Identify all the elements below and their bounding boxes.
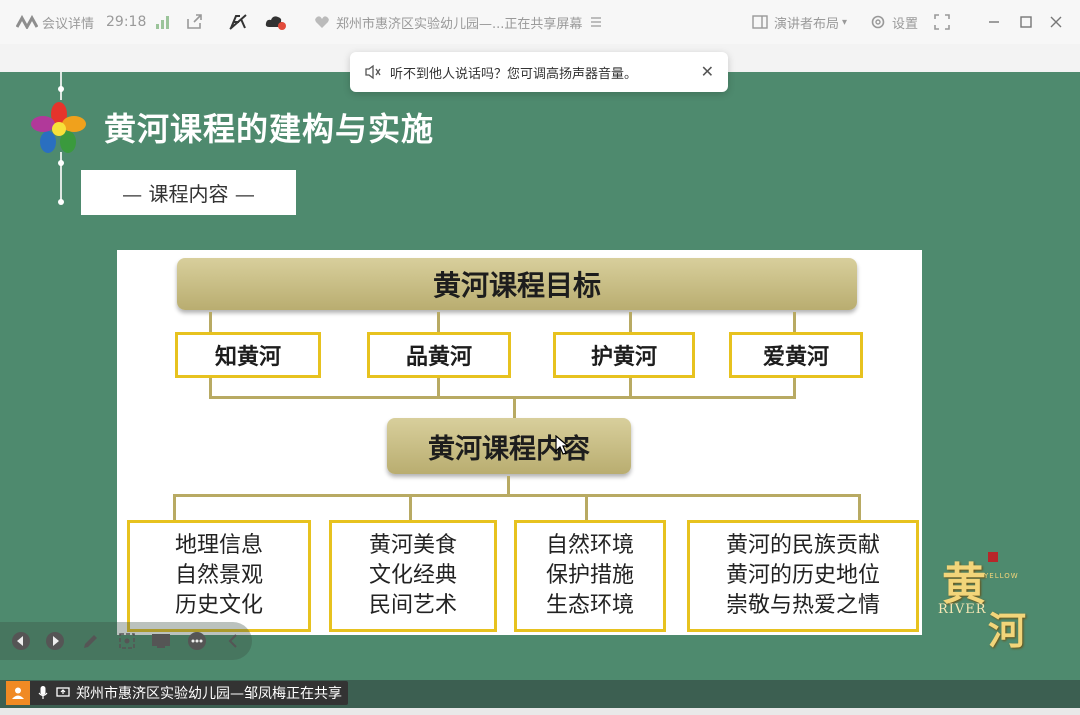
laser-pointer-icon[interactable] — [116, 630, 138, 652]
meeting-toolbar: 会议详情 29:18 郑州市惠济区实验幼儿园—...正在共享屏幕 演讲者布局 ▾… — [0, 0, 1080, 45]
minimize-icon[interactable] — [988, 0, 1000, 44]
cloud-record-icon[interactable] — [264, 0, 288, 44]
bottom-strip — [0, 708, 1080, 715]
detail-box: 黄河美食 文化经典 民间艺术 — [329, 520, 497, 632]
microphone-icon — [38, 686, 48, 699]
mouse-cursor-icon — [555, 435, 569, 455]
logo-seal — [988, 552, 998, 562]
goal-item: 知黄河 — [175, 332, 321, 378]
logo-char-sub: 河 — [988, 608, 1027, 653]
pen-icon[interactable] — [80, 630, 102, 652]
detail-line: 地理信息 — [174, 533, 263, 558]
meeting-details-label: 会议详情 — [42, 16, 95, 32]
connector — [209, 312, 212, 332]
connector — [209, 396, 796, 399]
share-out-icon[interactable] — [185, 0, 203, 44]
maximize-icon[interactable] — [1020, 0, 1032, 44]
prev-slide-icon[interactable] — [10, 630, 32, 652]
connector — [507, 476, 510, 496]
detail-line: 历史文化 — [174, 593, 263, 618]
connector — [629, 312, 632, 332]
notice-close-button[interactable]: ✕ — [701, 62, 714, 81]
decor-dot — [58, 199, 64, 205]
logo-yellow-text: YELLOW — [984, 572, 1019, 580]
sharing-text: 郑州市惠济区实验幼儿园—邹凤梅正在共享 — [76, 686, 342, 702]
detail-line: 崇敬与热爱之情 — [725, 593, 880, 618]
detail-line: 自然环境 — [545, 533, 634, 558]
connector — [629, 378, 632, 398]
window-close-icon[interactable] — [1050, 0, 1062, 44]
connector — [793, 312, 796, 332]
connector — [173, 494, 861, 497]
collapse-icon[interactable] — [222, 630, 244, 652]
curriculum-diagram: 黄河课程目标 知黄河 品黄河 护黄河 爱黄河 黄河课程内容 地理信息 自然景观 … — [117, 250, 922, 635]
heart-icon — [315, 16, 329, 28]
speaker-mute-icon — [365, 64, 381, 80]
settings-label: 设置 — [892, 16, 919, 32]
yellow-river-logo: 黄 YELLOW RIVER 河 — [938, 548, 1038, 653]
chevron-down-icon: ▾ — [842, 16, 848, 28]
detail-line: 黄河的历史地位 — [725, 563, 880, 588]
goal-item: 品黄河 — [367, 332, 511, 378]
connector — [858, 494, 861, 520]
detail-line: 黄河美食 — [368, 533, 457, 558]
next-slide-icon[interactable] — [44, 630, 66, 652]
screen-icon[interactable] — [150, 630, 172, 652]
connector — [585, 494, 588, 520]
flower-logo-icon — [31, 102, 86, 153]
detail-box: 地理信息 自然景观 历史文化 — [127, 520, 311, 632]
slide-subtitle: — 课程内容 — — [81, 170, 296, 215]
decor-dot — [58, 160, 64, 166]
signal-icon — [156, 0, 170, 44]
layout-icon — [752, 15, 768, 29]
detail-line: 民间艺术 — [368, 593, 457, 618]
detail-line: 保护措施 — [545, 563, 634, 588]
sharing-title: 郑州市惠济区实验幼儿园—...正在共享屏幕 — [336, 16, 583, 32]
notice-text: 听不到他人说话吗？您可调高扬声器音量。 — [390, 66, 638, 82]
meeting-timer: 29:18 — [106, 14, 147, 30]
fullscreen-icon[interactable] — [934, 0, 950, 44]
detail-line: 自然景观 — [174, 563, 263, 588]
meeting-details-button[interactable]: 会议详情 — [16, 0, 94, 44]
detail-line: 黄河的民族贡献 — [725, 533, 880, 558]
connector — [437, 378, 440, 398]
detail-line: 生态环境 — [545, 593, 634, 618]
detail-box: 黄河的民族贡献 黄河的历史地位 崇敬与热爱之情 — [687, 520, 919, 632]
more-icon[interactable] — [186, 630, 208, 652]
sharing-indicator: 郑州市惠济区实验幼儿园—邹凤梅正在共享 — [6, 681, 348, 705]
slide-title: 黄河课程的建构与实施 — [104, 110, 435, 148]
connector — [513, 396, 516, 418]
sharing-status: 郑州市惠济区实验幼儿园—...正在共享屏幕 — [314, 0, 602, 44]
connector — [793, 378, 796, 398]
detail-box: 自然环境 保护措施 生态环境 — [514, 520, 666, 632]
goal-box: 黄河课程目标 — [177, 258, 857, 310]
app-logo-icon — [16, 15, 38, 29]
connector — [409, 494, 412, 520]
annotation-off-icon[interactable] — [228, 0, 248, 44]
user-icon — [6, 681, 30, 705]
settings-button[interactable]: 设置 — [870, 0, 918, 44]
decor-dot — [58, 86, 64, 92]
goal-item: 爱黄河 — [729, 332, 863, 378]
goal-item: 护黄河 — [553, 332, 695, 378]
volume-notice: 听不到他人说话吗？您可调高扬声器音量。 ✕ — [350, 52, 728, 92]
content-box: 黄河课程内容 — [387, 418, 631, 474]
connector — [209, 378, 212, 398]
connector — [437, 312, 440, 332]
presenter-layout-button[interactable]: 演讲者布局 ▾ — [752, 0, 847, 44]
menu-icon — [591, 17, 602, 27]
connector — [173, 494, 176, 520]
presenter-layout-label: 演讲者布局 — [774, 16, 840, 32]
logo-river-text: RIVER — [938, 602, 987, 617]
share-screen-icon — [56, 687, 70, 697]
detail-line: 文化经典 — [368, 563, 457, 588]
gear-icon — [871, 15, 885, 29]
